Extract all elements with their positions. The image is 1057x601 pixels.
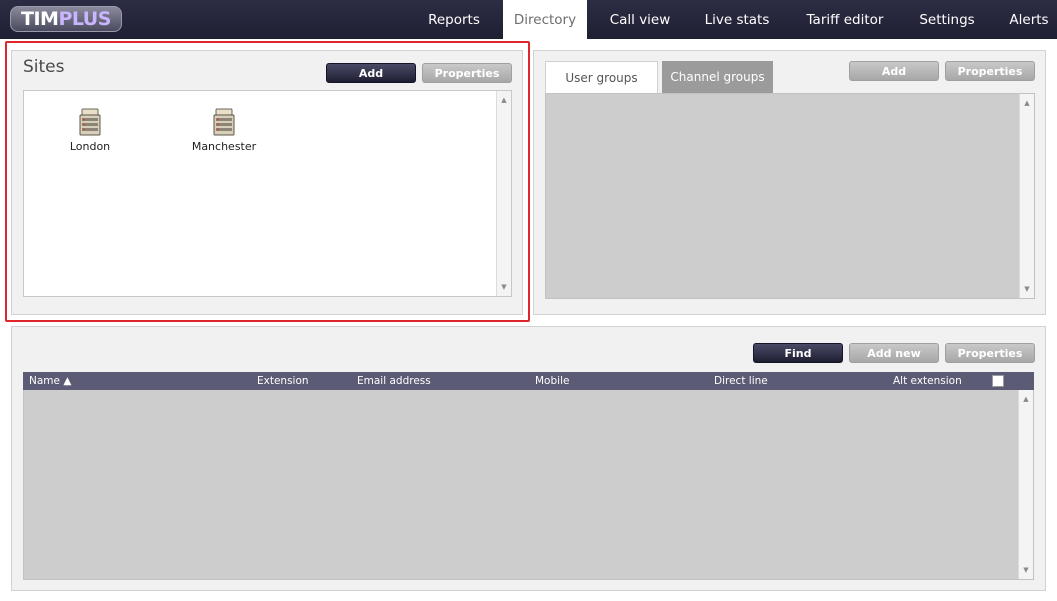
tab-user-groups[interactable]: User groups: [545, 61, 658, 93]
groups-panel: User groups Channel groups Add Propertie…: [533, 50, 1046, 315]
directory-table-header: Name ▲ Extension Email address Mobile Di…: [23, 372, 1034, 390]
nav-directory[interactable]: Directory: [503, 0, 587, 39]
column-header-extension[interactable]: Extension: [257, 372, 309, 390]
column-header-direct-line[interactable]: Direct line: [714, 372, 768, 390]
nav-tariff-editor[interactable]: Tariff editor: [793, 0, 897, 39]
column-header-email[interactable]: Email address: [357, 372, 431, 390]
top-nav-bar: TIMPLUS Reports Directory Call view Live…: [0, 0, 1057, 39]
nav-alerts[interactable]: Alerts: [997, 0, 1057, 39]
directory-table-body[interactable]: ▲ ▼: [23, 390, 1034, 580]
nav-live-stats[interactable]: Live stats: [690, 0, 784, 39]
scroll-down-arrow-icon[interactable]: ▼: [1019, 565, 1033, 575]
scroll-up-arrow-icon[interactable]: ▲: [1019, 394, 1033, 404]
timplus-logo[interactable]: TIMPLUS: [10, 6, 122, 32]
scroll-up-arrow-icon[interactable]: ▲: [1020, 98, 1034, 108]
groups-add-button[interactable]: Add: [849, 61, 939, 81]
column-header-mobile[interactable]: Mobile: [535, 372, 569, 390]
groups-list[interactable]: ▲ ▼: [545, 93, 1035, 299]
groups-scrollbar[interactable]: ▲ ▼: [1019, 94, 1034, 298]
nav-settings[interactable]: Settings: [907, 0, 987, 39]
directory-properties-button[interactable]: Properties: [945, 343, 1035, 363]
directory-panel: Find Add new Properties Name ▲ Extension…: [11, 326, 1046, 591]
select-all-checkbox[interactable]: [992, 375, 1004, 387]
column-header-alt-extension[interactable]: Alt extension: [893, 372, 962, 390]
column-header-name[interactable]: Name ▲: [29, 372, 71, 390]
sites-highlight-frame: [5, 41, 530, 322]
groups-properties-button[interactable]: Properties: [945, 61, 1035, 81]
add-new-button[interactable]: Add new: [849, 343, 939, 363]
logo-text-primary: TIM: [21, 8, 59, 30]
tab-channel-groups[interactable]: Channel groups: [662, 61, 773, 93]
scroll-down-arrow-icon[interactable]: ▼: [1020, 284, 1034, 294]
nav-reports[interactable]: Reports: [413, 0, 495, 39]
directory-scrollbar[interactable]: ▲ ▼: [1018, 390, 1033, 579]
nav-call-view[interactable]: Call view: [597, 0, 683, 39]
logo-text-secondary: PLUS: [58, 8, 111, 30]
find-button[interactable]: Find: [753, 343, 843, 363]
